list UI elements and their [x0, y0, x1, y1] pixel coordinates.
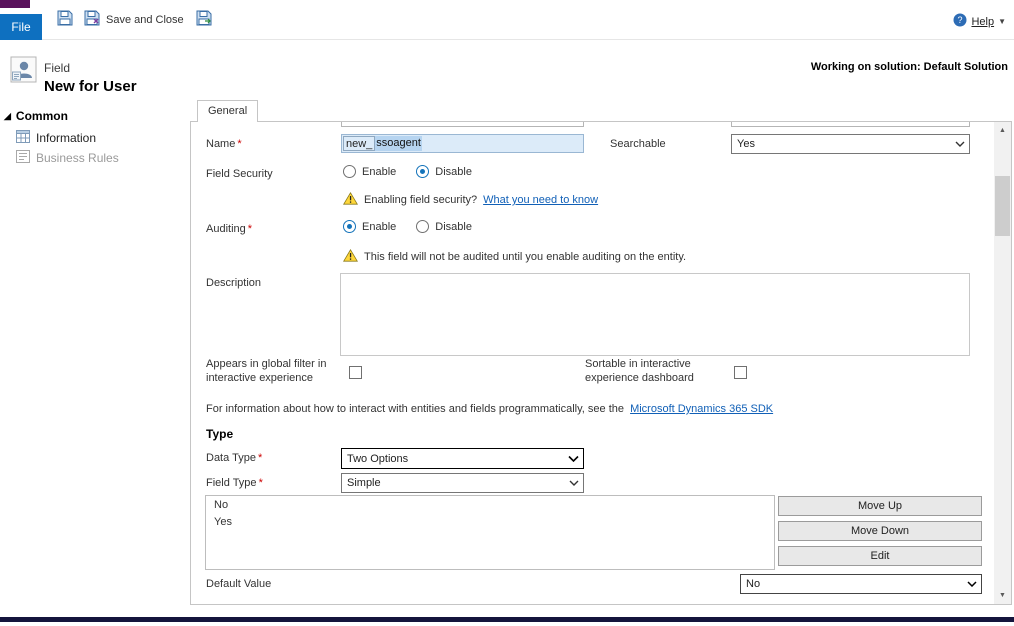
name-input[interactable]: new_ssoagent: [341, 134, 584, 153]
move-up-button[interactable]: Move Up: [778, 496, 982, 516]
chevron-down-icon: ▼: [998, 17, 1006, 26]
enable-label: Enable: [362, 221, 396, 233]
save-and-close-label: Save and Close: [106, 14, 184, 26]
list-item[interactable]: Yes: [206, 513, 774, 530]
move-down-button[interactable]: Move Down: [778, 521, 982, 541]
tab-general[interactable]: General: [197, 100, 258, 122]
sidebar-item-label: Business Rules: [36, 151, 119, 165]
chevron-down-icon: [967, 581, 977, 587]
svg-text:?: ?: [958, 15, 963, 25]
chevron-down-icon: [568, 455, 579, 462]
field-security-disable-radio[interactable]: [416, 165, 429, 178]
searchable-label: Searchable: [610, 138, 666, 150]
sidebar-group-common[interactable]: ◢ Common: [4, 109, 68, 123]
disable-label: Disable: [435, 221, 472, 233]
field-security-warning: Enabling field security? What you need t…: [343, 192, 598, 208]
dynamics-field-editor: File Save and Close: [0, 0, 1014, 626]
disable-label: Disable: [435, 166, 472, 178]
sortable-label: Sortable in interactive experience dashb…: [585, 357, 725, 385]
sdk-note: For information about how to interact wi…: [206, 403, 773, 415]
searchable-select[interactable]: Yes: [731, 134, 970, 154]
list-item[interactable]: No: [206, 496, 774, 513]
global-filter-label: Appears in global filter in interactive …: [206, 357, 338, 385]
sidebar-item-information[interactable]: Information: [16, 130, 96, 146]
field-security-label: Field Security: [206, 168, 273, 180]
auditing-warning: This field will not be audited until you…: [343, 249, 686, 265]
brand-strip: [0, 0, 30, 8]
warning-icon: [343, 249, 358, 265]
cutoff-input-right: [731, 122, 970, 127]
two-options-list: No Yes: [205, 495, 775, 570]
general-form: Name* new_ssoagent Searchable Yes Field …: [190, 121, 1012, 605]
sdk-note-text: For information about how to interact wi…: [206, 403, 624, 415]
auditing-label: Auditing*: [206, 223, 252, 235]
sidebar-group-label: Common: [16, 109, 68, 123]
scroll-down-arrow-icon[interactable]: ▼: [994, 587, 1011, 604]
default-value-label: Default Value: [206, 578, 271, 590]
field-security-radio-group: Enable Disable: [343, 165, 472, 178]
cutoff-input-left: [341, 122, 584, 127]
data-type-label: Data Type*: [206, 452, 262, 464]
edit-button[interactable]: Edit: [778, 546, 982, 566]
scroll-up-arrow-icon[interactable]: ▲: [994, 122, 1011, 139]
scrollbar-thumb[interactable]: [995, 176, 1010, 236]
sidebar-item-business-rules[interactable]: Business Rules: [16, 150, 119, 166]
sidebar-item-label: Information: [36, 131, 96, 145]
record-header: Field New for User Working on solution: …: [0, 40, 1014, 100]
chevron-down-icon: [955, 141, 965, 147]
help-menu[interactable]: ? Help ▼: [953, 13, 1006, 30]
help-icon: ?: [953, 13, 967, 30]
field-type-select[interactable]: Simple: [341, 473, 584, 493]
entity-type-label: Field: [44, 61, 70, 75]
vertical-scrollbar[interactable]: ▲ ▼: [994, 122, 1011, 604]
dynamics-sdk-link[interactable]: Microsoft Dynamics 365 SDK: [630, 403, 773, 415]
auditing-radio-group: Enable Disable: [343, 220, 472, 233]
auditing-warning-text: This field will not be audited until you…: [364, 251, 686, 263]
description-textarea[interactable]: [340, 273, 970, 356]
save-and-new-icon[interactable]: [196, 10, 212, 31]
what-you-need-to-know-link[interactable]: What you need to know: [483, 194, 598, 206]
save-and-close-button[interactable]: Save and Close: [84, 10, 184, 29]
collapse-triangle-icon: ◢: [4, 111, 11, 122]
sidebar-nav: ◢ Common Information: [0, 100, 190, 617]
warning-icon: [343, 192, 358, 208]
chevron-down-icon: [569, 480, 579, 486]
enable-label: Enable: [362, 166, 396, 178]
bottom-border-bar: [0, 617, 1014, 622]
name-prefix: new_: [343, 136, 375, 151]
description-label: Description: [206, 277, 261, 289]
top-toolbar: File Save and Close: [0, 0, 1014, 40]
file-tab[interactable]: File: [0, 14, 42, 40]
save-and-close-icon: [84, 10, 100, 29]
page-title: New for User: [44, 78, 137, 95]
information-grid-icon: [16, 130, 30, 146]
field-type-label: Field Type*: [206, 477, 263, 489]
global-filter-checkbox[interactable]: [349, 366, 362, 379]
sortable-checkbox[interactable]: [734, 366, 747, 379]
name-label: Name*: [206, 138, 242, 150]
help-label: Help: [971, 16, 994, 28]
working-on-solution-label: Working on solution: Default Solution: [811, 61, 1008, 73]
auditing-disable-radio[interactable]: [416, 220, 429, 233]
field-security-warning-text: Enabling field security?: [364, 194, 477, 206]
type-section-header: Type: [206, 427, 233, 441]
data-type-select[interactable]: Two Options: [341, 448, 584, 469]
field-security-enable-radio[interactable]: [343, 165, 356, 178]
form-area: General Name* new_ssoagent Searchable Ye…: [190, 100, 1014, 606]
field-entity-icon: [10, 56, 37, 88]
auditing-enable-radio[interactable]: [343, 220, 356, 233]
name-value: ssoagent: [375, 136, 422, 151]
save-icon[interactable]: [57, 10, 73, 31]
business-rules-icon: [16, 150, 30, 166]
default-value-select[interactable]: No: [740, 574, 982, 594]
